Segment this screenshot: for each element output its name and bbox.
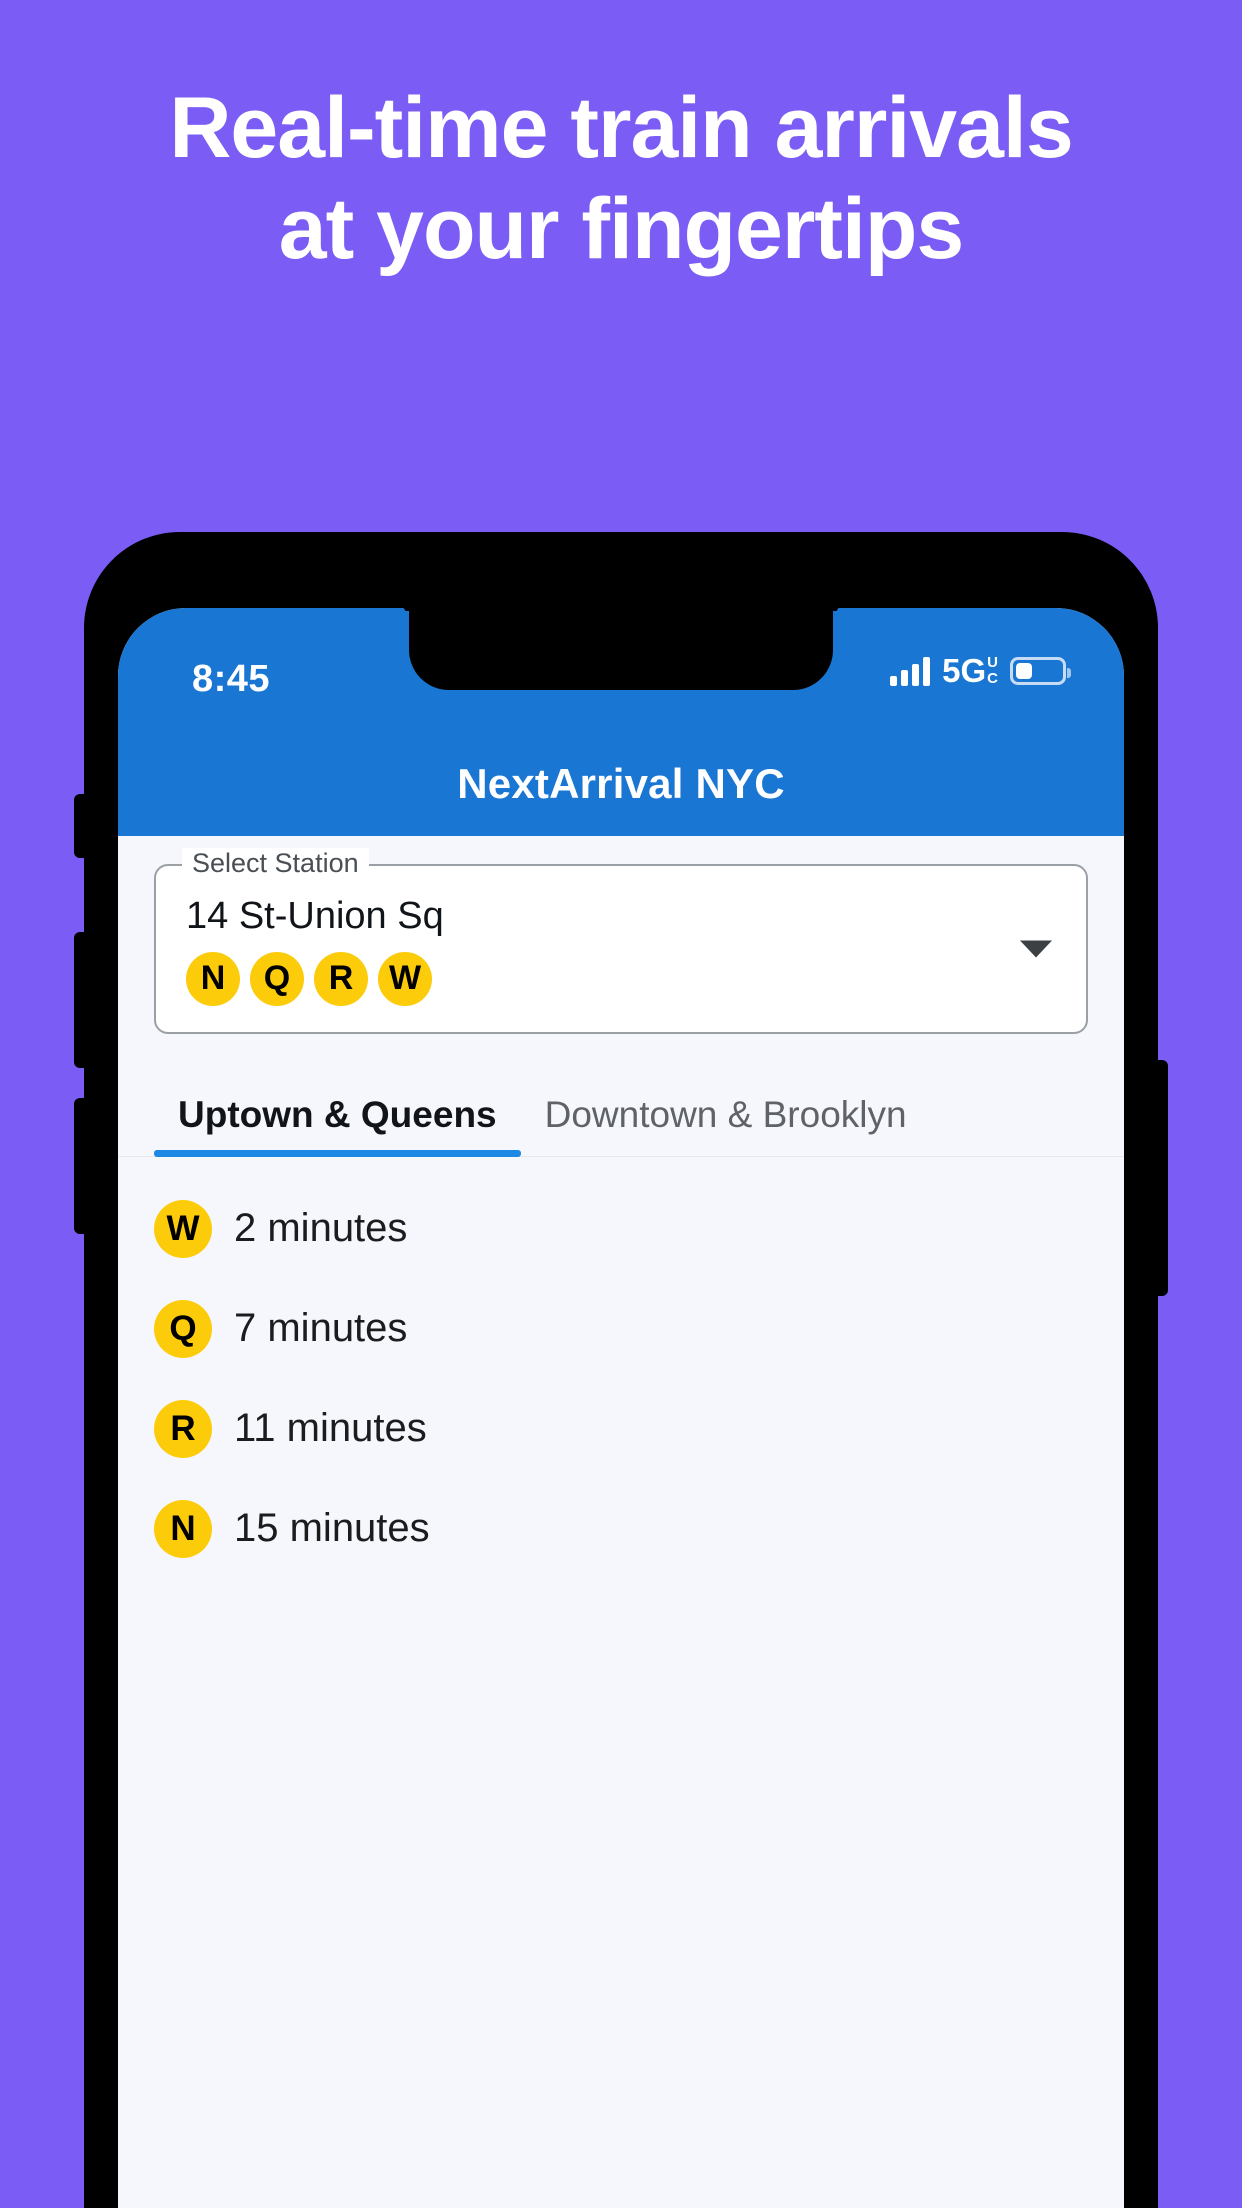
network-sup: U	[987, 653, 998, 671]
station-line-badges: N Q R W	[186, 951, 1056, 1006]
arrival-time: 7 minutes	[234, 1306, 408, 1351]
arrival-time: 11 minutes	[234, 1406, 427, 1451]
promo-headline: Real-time train arrivals at your fingert…	[169, 80, 1073, 278]
line-badge: N	[186, 951, 240, 1006]
network-sub: C	[987, 669, 998, 687]
volume-down-button[interactable]	[74, 1098, 88, 1234]
battery-icon	[1010, 656, 1071, 685]
line-badge: R	[314, 951, 368, 1006]
arrivals-list: W 2 minutes Q 7 minutes R 11 minutes N 1…	[118, 1157, 1124, 1579]
list-item[interactable]: Q 7 minutes	[154, 1279, 1088, 1379]
line-badge: R	[154, 1399, 212, 1458]
station-select-value: 14 St-Union Sq	[186, 895, 444, 937]
station-select-label: Select Station	[182, 848, 369, 879]
line-badge: W	[154, 1199, 212, 1258]
list-item[interactable]: R 11 minutes	[154, 1379, 1088, 1479]
arrival-time: 15 minutes	[234, 1506, 430, 1551]
phone-mockup: 8:45 5G U C NextArrival NYC Select Stati…	[74, 532, 1168, 2208]
network-uc-suffix: U C	[987, 653, 998, 687]
chevron-down-icon[interactable]	[1020, 940, 1052, 958]
battery-fill	[1016, 662, 1032, 679]
list-item[interactable]: W 2 minutes	[154, 1179, 1088, 1279]
status-bar: 8:45 5G U C	[118, 608, 1124, 732]
line-badge: N	[154, 1499, 212, 1558]
station-select-dropdown[interactable]: Select Station 14 St-Union Sq N Q R W	[154, 848, 1088, 1034]
app-title: NextArrival NYC	[457, 760, 785, 807]
app-bar: NextArrival NYC	[118, 732, 1124, 836]
status-bar-time: 8:45	[192, 658, 271, 700]
mute-switch-button[interactable]	[74, 794, 88, 858]
line-badge: W	[378, 951, 432, 1006]
phone-screen: 8:45 5G U C NextArrival NYC Select Stati…	[118, 608, 1124, 2208]
line-badge: Q	[250, 951, 304, 1006]
volume-up-button[interactable]	[74, 932, 88, 1068]
direction-tabs: Uptown & Queens Downtown & Brooklyn	[118, 1080, 1124, 1157]
tab-uptown-queens[interactable]: Uptown & Queens	[154, 1080, 521, 1157]
network-type-label: 5G U C	[942, 654, 998, 687]
list-item[interactable]: N 15 minutes	[154, 1479, 1088, 1579]
signal-bars-icon	[890, 656, 931, 686]
notch	[409, 608, 833, 690]
status-bar-indicators: 5G U C	[890, 654, 1071, 687]
network-type-text: 5G	[942, 652, 987, 689]
station-selector-section: Select Station 14 St-Union Sq N Q R W	[118, 836, 1124, 1034]
tab-downtown-brooklyn[interactable]: Downtown & Brooklyn	[521, 1080, 931, 1156]
power-button[interactable]	[1154, 1060, 1168, 1296]
arrival-time: 2 minutes	[234, 1206, 408, 1251]
line-badge: Q	[154, 1299, 212, 1358]
